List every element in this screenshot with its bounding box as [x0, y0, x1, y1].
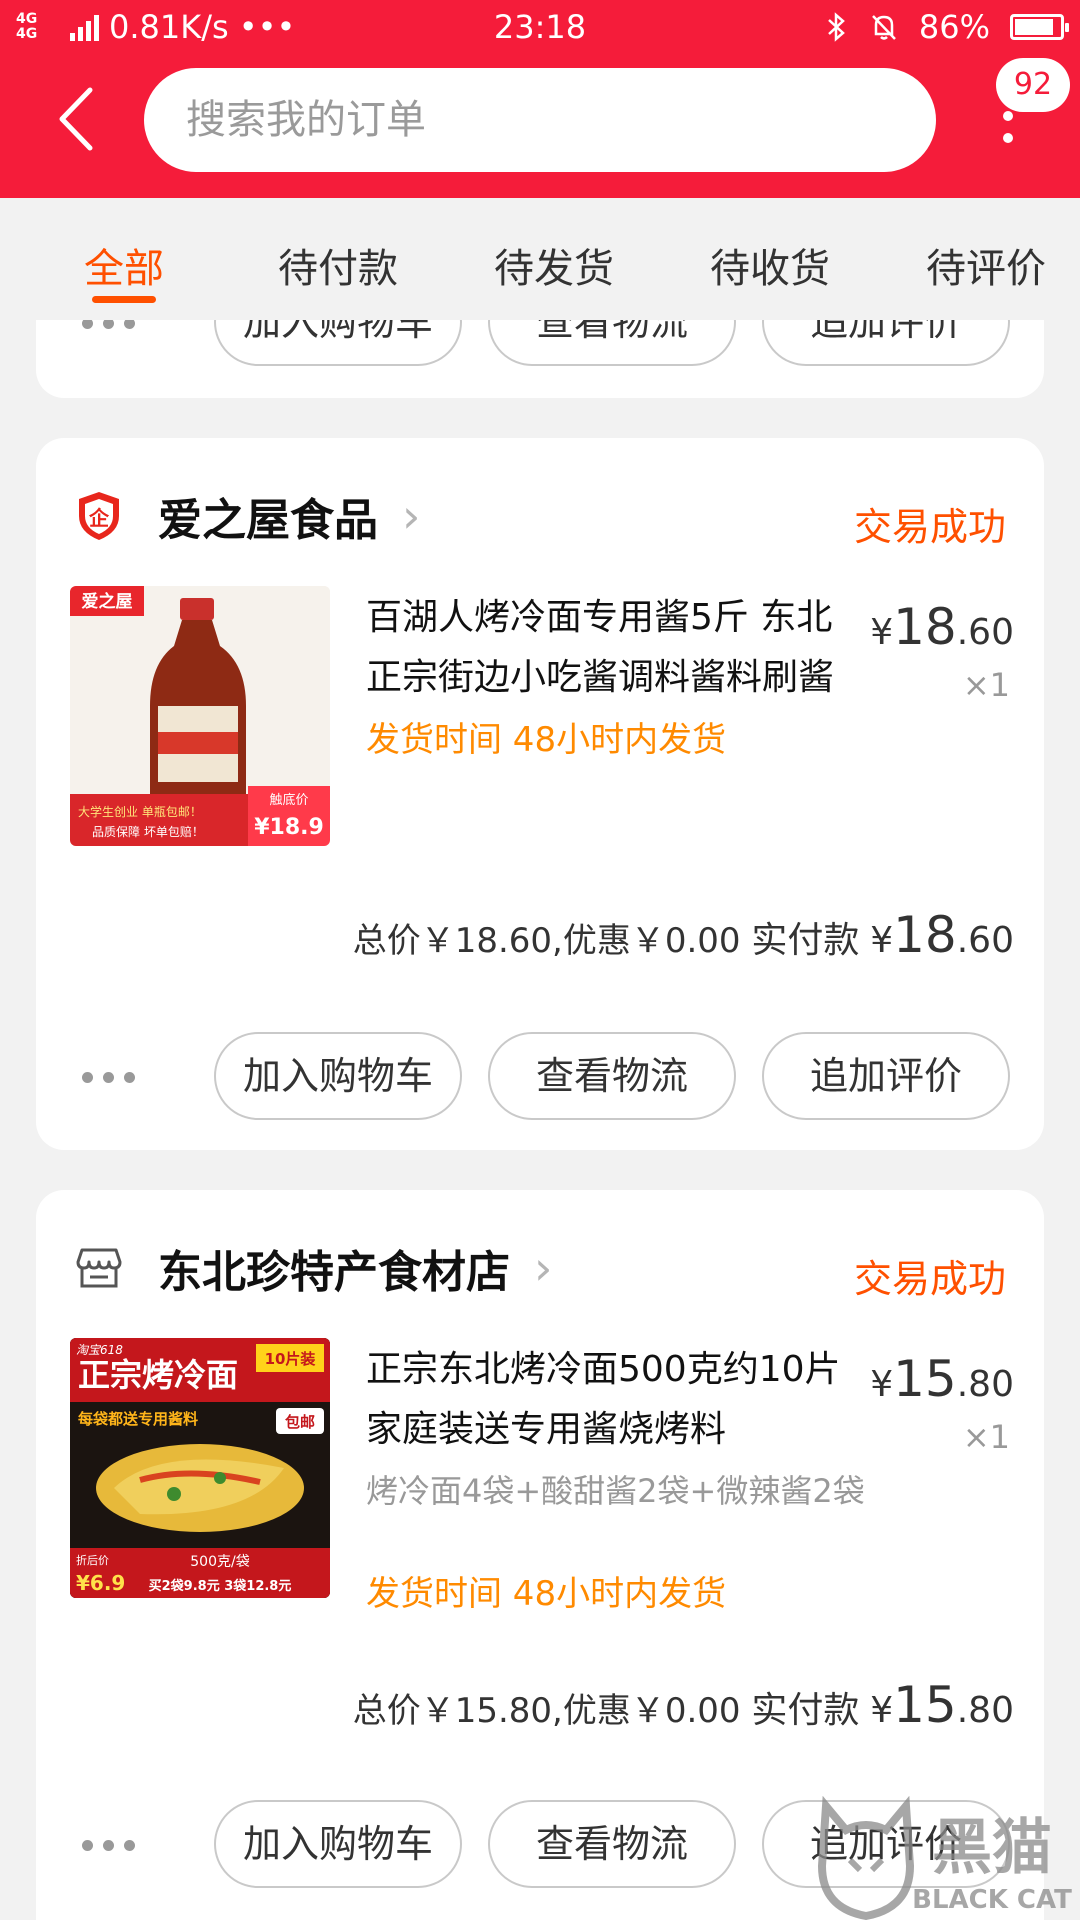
- currency-symbol: ¥: [870, 1364, 894, 1405]
- quantity: ×1: [962, 1418, 1010, 1456]
- more-actions-button[interactable]: [82, 1072, 135, 1083]
- back-arrow-icon: [59, 87, 93, 151]
- order-status-tabs: 全部 待付款 待发货 待收货 待评价: [0, 198, 1080, 320]
- svg-text:企: 企: [88, 506, 110, 530]
- paid-label: 实付款: [751, 1690, 860, 1731]
- order-card: 东北珍特产食材店 › 交易成功 淘宝618 正宗烤冷面 10片装 每袋都送专用酱…: [36, 1190, 1044, 1920]
- tab-all[interactable]: 全部: [84, 236, 164, 294]
- paid-integer: 18: [893, 906, 957, 964]
- order-status: 交易成功: [853, 1257, 1006, 1301]
- back-button[interactable]: [46, 82, 106, 156]
- order-search-input[interactable]: 搜索我的订单: [144, 68, 936, 172]
- weight-label: 500克/袋: [190, 1554, 249, 1570]
- paid-decimal: .60: [956, 920, 1014, 961]
- more-dot-icon: [1003, 111, 1013, 121]
- more-dot-icon: [1003, 133, 1013, 143]
- chevron-right-icon: ›: [534, 1241, 553, 1295]
- discount-label: 折后价: [76, 1553, 109, 1567]
- add-review-button[interactable]: 追加评价: [762, 1032, 1010, 1120]
- price-tag-label: 触底价: [269, 792, 308, 808]
- view-logistics-button[interactable]: 查看物流: [488, 1032, 736, 1120]
- cold-noodle-image: 淘宝618 正宗烤冷面 10片装 每袋都送专用酱料 包邮 折后价 ¥6.9 50…: [70, 1338, 330, 1598]
- brand-label: 爱之屋: [82, 591, 133, 612]
- product-image[interactable]: 爱之屋 大学生创业 单瓶包邮！ 品质保障 坏单包赔！ 触底价 ¥18.9: [70, 586, 330, 846]
- bluetooth-icon: [828, 12, 845, 42]
- order-card: 企 爱之屋食品 › 交易成功 爱之屋 大学生创业 单瓶包邮！ 品质保障 坏单包赔…: [36, 438, 1044, 1150]
- total-breakdown: 总价￥18.60,优惠￥0.00: [352, 921, 741, 961]
- price-tag: ¥18.9: [254, 815, 324, 840]
- total-breakdown: 总价￥15.80,优惠￥0.00: [352, 1691, 741, 1731]
- shipping-time: 发货时间 48小时内发货: [366, 1574, 727, 1614]
- battery-percent: 86%: [918, 8, 990, 46]
- tab-pending-review[interactable]: 待评价: [926, 236, 1046, 294]
- more-actions-button[interactable]: [82, 1840, 135, 1851]
- quantity: ×1: [962, 666, 1010, 704]
- price-integer: 18: [893, 598, 957, 656]
- active-tab-indicator: [92, 296, 156, 303]
- status-right: 86%: [825, 8, 1069, 46]
- price-decimal: .60: [956, 612, 1014, 653]
- unit-price: ¥15.80: [870, 1350, 1014, 1408]
- shop-name[interactable]: 东北珍特产食材店: [158, 1236, 510, 1300]
- order-status: 交易成功: [853, 505, 1006, 549]
- shipping-time: 发货时间 48小时内发货: [366, 720, 727, 760]
- product-sku: 烤冷面4袋+酸甜酱2袋+微辣酱2袋: [366, 1472, 865, 1510]
- chevron-right-icon: ›: [402, 489, 421, 543]
- app-header: 4G 4G 0.81K/s ••• 23:18 86% 搜索我的订单 92: [0, 0, 1080, 198]
- pack-tag: 10片装: [265, 1350, 317, 1368]
- price-decimal: .80: [956, 1364, 1014, 1405]
- paid-label: 实付款: [751, 920, 860, 961]
- shop-header[interactable]: 企 爱之屋食品 ›: [74, 476, 420, 556]
- free-shipping-tag: 包邮: [285, 1413, 315, 1431]
- tab-pending-payment[interactable]: 待付款: [278, 236, 398, 294]
- paid-decimal: .80: [956, 1690, 1014, 1731]
- order-total: 总价￥18.60,优惠￥0.00 实付款 ¥18.60: [353, 906, 1014, 964]
- slogan-1: 大学生创业 单瓶包邮！: [78, 804, 202, 819]
- mute-bell-icon: [871, 15, 896, 40]
- discount-price: ¥6.9: [76, 1571, 125, 1595]
- product-title[interactable]: 正宗东北烤冷面500克约10片家庭装送专用酱烧烤料: [366, 1340, 856, 1460]
- sauce-bottle-image: 爱之屋 大学生创业 单瓶包邮！ 品质保障 坏单包赔！ 触底价 ¥18.9: [70, 586, 330, 846]
- paid-integer: 15: [893, 1676, 957, 1734]
- price-integer: 15: [893, 1350, 957, 1408]
- tab-pending-receipt[interactable]: 待收货: [710, 236, 830, 294]
- store-icon: [74, 1241, 124, 1295]
- unit-price: ¥18.60: [870, 598, 1014, 656]
- product-image[interactable]: 淘宝618 正宗烤冷面 10片装 每袋都送专用酱料 包邮 折后价 ¥6.9 50…: [70, 1338, 330, 1598]
- currency-symbol: ¥: [870, 612, 894, 653]
- product-headline: 正宗烤冷面: [78, 1356, 238, 1394]
- product-title[interactable]: 百湖人烤冷面专用酱5斤 东北正宗街边小吃酱调料酱料刷酱: [366, 588, 856, 708]
- product-sub: 每袋都送专用酱料: [78, 1410, 198, 1428]
- add-to-cart-button[interactable]: 加入购物车: [214, 1800, 462, 1888]
- battery-icon: [1010, 14, 1069, 40]
- promo-badge: 淘宝618: [76, 1343, 123, 1357]
- shop-header[interactable]: 东北珍特产食材店 ›: [74, 1228, 552, 1308]
- currency-symbol: ¥: [870, 920, 894, 961]
- order-total: 总价￥15.80,优惠￥0.00 实付款 ¥15.80: [353, 1676, 1014, 1734]
- view-logistics-button[interactable]: 查看物流: [488, 1800, 736, 1888]
- bundle-deal: 买2袋9.8元 3袋12.8元: [149, 1578, 292, 1594]
- search-placeholder: 搜索我的订单: [186, 97, 426, 143]
- battery-fill: [1015, 19, 1053, 35]
- shop-name[interactable]: 爱之屋食品: [158, 484, 378, 548]
- add-review-button[interactable]: 追加评价: [762, 1800, 1010, 1888]
- add-to-cart-button[interactable]: 加入购物车: [214, 1032, 462, 1120]
- status-bar: 4G 4G 0.81K/s ••• 23:18 86%: [0, 0, 1080, 56]
- message-count-badge: 92: [996, 58, 1070, 112]
- enterprise-shield-icon: 企: [74, 489, 124, 543]
- currency-symbol: ¥: [870, 1690, 894, 1731]
- tab-pending-shipment[interactable]: 待发货: [494, 236, 614, 294]
- slogan-2: 品质保障 坏单包赔！: [92, 824, 204, 839]
